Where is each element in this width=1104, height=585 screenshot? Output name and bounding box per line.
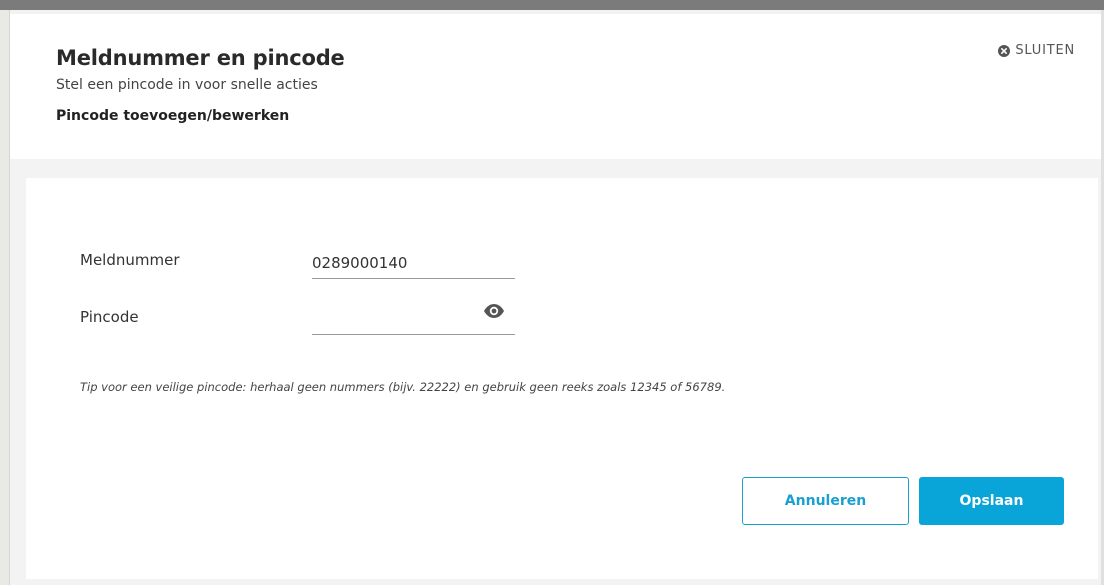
save-button[interactable]: Opslaan <box>919 477 1064 525</box>
meldnummer-label: Meldnummer <box>80 251 180 269</box>
background-top-bar <box>0 0 1104 10</box>
pincode-tip: Tip voor een veilige pincode: herhaal ge… <box>80 380 726 394</box>
eye-icon[interactable] <box>483 303 505 319</box>
pincode-label: Pincode <box>80 308 139 326</box>
cancel-button[interactable]: Annuleren <box>742 477 909 525</box>
close-label: SLUITEN <box>1015 43 1075 58</box>
page-background: Meldnummer en pincode Stel een pincode i… <box>0 0 1104 585</box>
close-button[interactable]: SLUITEN <box>998 43 1075 58</box>
section-label: Pincode toevoegen/bewerken <box>56 108 290 124</box>
meldnummer-input[interactable] <box>312 248 515 279</box>
modal-body: Meldnummer Pincode Tip voor een veilige … <box>26 178 1098 579</box>
pincode-modal: Meldnummer en pincode Stel een pincode i… <box>10 14 1101 585</box>
modal-title: Meldnummer en pincode <box>56 46 345 70</box>
modal-header: Meldnummer en pincode Stel een pincode i… <box>10 14 1101 159</box>
background-left-edge <box>0 10 10 585</box>
close-circle-icon <box>998 44 1011 57</box>
modal-subtitle: Stel een pincode in voor snelle acties <box>56 77 318 93</box>
